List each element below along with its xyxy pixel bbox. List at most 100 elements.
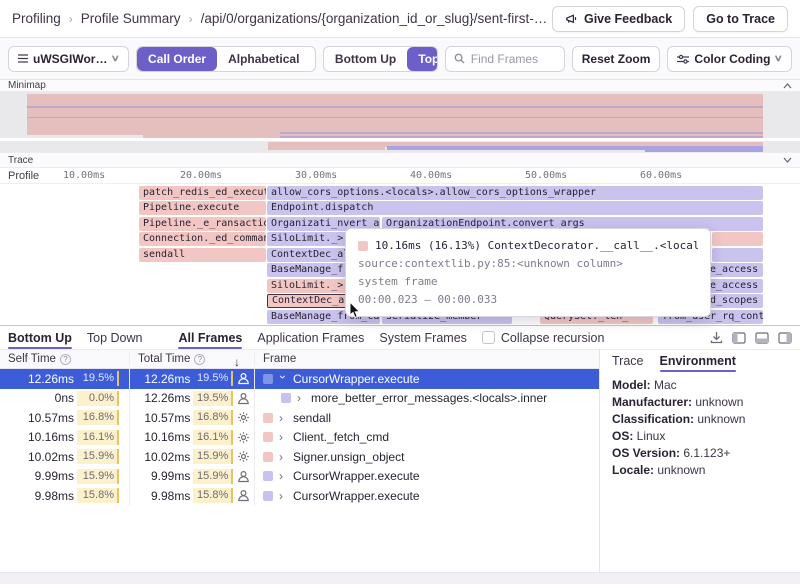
table-row[interactable]: 10.02ms15.9% 10.02ms15.9% › Signer.unsig… <box>0 447 599 467</box>
table-row[interactable]: 9.99ms15.9% 9.99ms15.9% › CursorWrapper.… <box>0 467 599 487</box>
details-panel: Trace Environment Model: MacManufacturer… <box>600 349 800 573</box>
flame-frame[interactable]: patch_redis_ed_execute <box>139 186 266 200</box>
flame-frame[interactable]: ContextDec_als>.i <box>267 294 347 308</box>
sort-descending-icon[interactable]: ↓ <box>234 355 240 369</box>
total-time-cell: 9.98ms15.8% <box>130 486 255 506</box>
tab-environment[interactable]: Environment <box>660 349 736 372</box>
flamegraph-toolbar: uWSGIWor… ∨ Call Order Alphabetical Left… <box>0 38 800 80</box>
collapse-minimap-icon[interactable] <box>783 83 792 89</box>
color-coding-dropdown[interactable]: Color Coding ∨ <box>667 46 792 72</box>
frame-label: Frame <box>263 353 296 365</box>
trace-header: Trace <box>0 152 800 168</box>
frame-cell[interactable]: › CursorWrapper.execute <box>255 369 599 389</box>
frame-cell[interactable]: › sendall <box>255 408 599 428</box>
find-frames-search[interactable]: i <box>445 46 565 72</box>
table-row[interactable]: 9.98ms15.8% 9.98ms15.8% › CursorWrapper.… <box>0 486 599 506</box>
frame-cell[interactable]: › CursorWrapper.execute <box>255 467 599 487</box>
reset-zoom-label: Reset Zoom <box>582 52 651 66</box>
flame-frame[interactable]: SiloLimit._>.over <box>267 232 347 246</box>
flame-frame[interactable] <box>712 248 763 262</box>
layout-bottom-panel-icon[interactable] <box>755 332 769 344</box>
tab-trace[interactable]: Trace <box>612 349 644 372</box>
flame-frame[interactable]: Pipeline._e_ransaction <box>139 217 266 231</box>
tooltip-title-row: 10.16ms (16.13%) ContextDecorator.__call… <box>358 237 698 255</box>
column-header-self-time[interactable]: Self Time ? <box>0 353 130 365</box>
minimap-shape <box>27 106 763 108</box>
frame-name: Signer.unsign_object <box>293 450 404 464</box>
collapse-trace-icon[interactable] <box>783 157 792 163</box>
color-coding-label: Color Coding <box>694 52 770 66</box>
table-row[interactable]: 12.26ms19.5% 12.26ms19.5% › CursorWrappe… <box>0 369 599 389</box>
chevron-collapsed-icon[interactable]: › <box>279 489 287 503</box>
total-time-cell: 10.16ms16.1% <box>130 428 255 448</box>
sort-segmented-control: Call Order Alphabetical Left Heavy <box>136 46 316 72</box>
tab-top-down[interactable]: Top Down <box>87 326 143 349</box>
flame-frame[interactable]: Connection._ed_command <box>139 232 266 246</box>
direction-option-top-down[interactable]: Top Down <box>407 47 437 71</box>
horizontal-scrollbar[interactable] <box>0 572 800 584</box>
direction-option-bottom-up[interactable]: Bottom Up <box>324 47 407 71</box>
table-row[interactable]: 10.57ms16.8% 10.57ms16.8% › sendall <box>0 408 599 428</box>
sort-option-alphabetical[interactable]: Alphabetical <box>217 47 310 71</box>
detail-line: Locale: unknown <box>612 462 788 479</box>
frame-color-swatch <box>263 413 273 423</box>
flame-frame[interactable]: Endpoint.dispatch <box>267 201 763 215</box>
thread-selector-dropdown[interactable]: uWSGIWor… ∨ <box>8 46 129 72</box>
flame-frame[interactable] <box>712 232 763 246</box>
frame-cell[interactable]: › CursorWrapper.execute <box>255 486 599 506</box>
tooltip-title: 10.16ms (16.13%) ContextDecorator.__call… <box>375 237 698 255</box>
minimap-shape <box>27 94 763 130</box>
frame-name: more_better_error_messages.<locals>.inne… <box>311 391 547 405</box>
column-header-total-time[interactable]: Total Time ? ↓ <box>130 353 255 365</box>
tab-system-frames[interactable]: System Frames <box>379 326 467 349</box>
self-time-cell: 10.57ms16.8% <box>0 408 130 428</box>
total-time-cell: 12.26ms19.5% <box>130 389 255 409</box>
breadcrumb-separator: › <box>69 12 73 26</box>
chevron-collapsed-icon[interactable]: › <box>279 450 287 464</box>
frame-color-swatch <box>263 471 273 481</box>
column-header-frame[interactable]: Frame <box>255 353 599 365</box>
flame-frame[interactable]: allow_cors_options.<locals>.allow_cors_o… <box>267 186 763 200</box>
flame-frame[interactable]: sendall <box>139 248 266 262</box>
tab-all-frames[interactable]: All Frames <box>178 326 242 349</box>
frame-cell[interactable]: › Signer.unsign_object <box>255 447 599 467</box>
mouse-cursor <box>349 302 361 319</box>
flame-frame[interactable]: BaseManage_from_c <box>267 263 347 277</box>
detail-line: Manufacturer: unknown <box>612 394 788 411</box>
flame-frame[interactable]: ContextDec_als>.i <box>267 248 347 262</box>
frame-cell[interactable]: › Client._fetch_cmd <box>255 428 599 448</box>
give-feedback-button[interactable]: Give Feedback <box>552 6 685 32</box>
layout-right-panel-icon[interactable] <box>778 332 792 344</box>
chevron-expanded-icon[interactable]: › <box>276 375 290 383</box>
table-row[interactable]: 10.16ms16.1% 10.16ms16.1% › Client._fetc… <box>0 428 599 448</box>
collapse-recursion-checkbox[interactable] <box>482 331 495 344</box>
system-frame-icon <box>233 411 254 424</box>
go-to-trace-button[interactable]: Go to Trace <box>693 6 788 32</box>
minimap-shape <box>27 117 763 118</box>
frame-cell[interactable]: › more_better_error_messages.<locals>.in… <box>255 389 599 409</box>
minimap-canvas[interactable] <box>0 92 800 152</box>
minimap-shape <box>27 130 143 135</box>
download-icon[interactable] <box>710 331 723 344</box>
breadcrumb-profiling[interactable]: Profiling <box>12 11 61 26</box>
chevron-collapsed-icon[interactable]: › <box>279 430 287 444</box>
table-row[interactable]: 0ns0.0% 12.26ms19.5% › more_better_error… <box>0 389 599 409</box>
tab-bottom-up[interactable]: Bottom Up <box>8 326 72 349</box>
breadcrumb-transaction[interactable]: /api/0/organizations/{organization_id_or… <box>201 11 548 26</box>
flame-frame[interactable]: Pipeline.execute <box>139 201 266 215</box>
ruler-tick: 50.00ms <box>525 170 567 181</box>
chevron-collapsed-icon[interactable]: › <box>297 391 305 405</box>
reset-zoom-button[interactable]: Reset Zoom <box>572 46 661 72</box>
ruler-profile-label: Profile <box>8 170 39 182</box>
chevron-collapsed-icon[interactable]: › <box>279 411 287 425</box>
sort-option-call-order[interactable]: Call Order <box>137 47 217 71</box>
sort-option-left-heavy[interactable]: Left Heavy <box>310 47 316 71</box>
collapse-recursion-toggle[interactable]: Collapse recursion <box>482 331 605 345</box>
breadcrumb-profile-summary[interactable]: Profile Summary <box>81 11 181 26</box>
chevron-collapsed-icon[interactable]: › <box>279 469 287 483</box>
layout-left-panel-icon[interactable] <box>732 332 746 344</box>
sliders-icon <box>677 54 689 64</box>
self-time-cell: 0ns0.0% <box>0 389 130 409</box>
flame-frame[interactable]: SiloLimit._>.over <box>267 279 347 293</box>
tab-application-frames[interactable]: Application Frames <box>257 326 364 349</box>
